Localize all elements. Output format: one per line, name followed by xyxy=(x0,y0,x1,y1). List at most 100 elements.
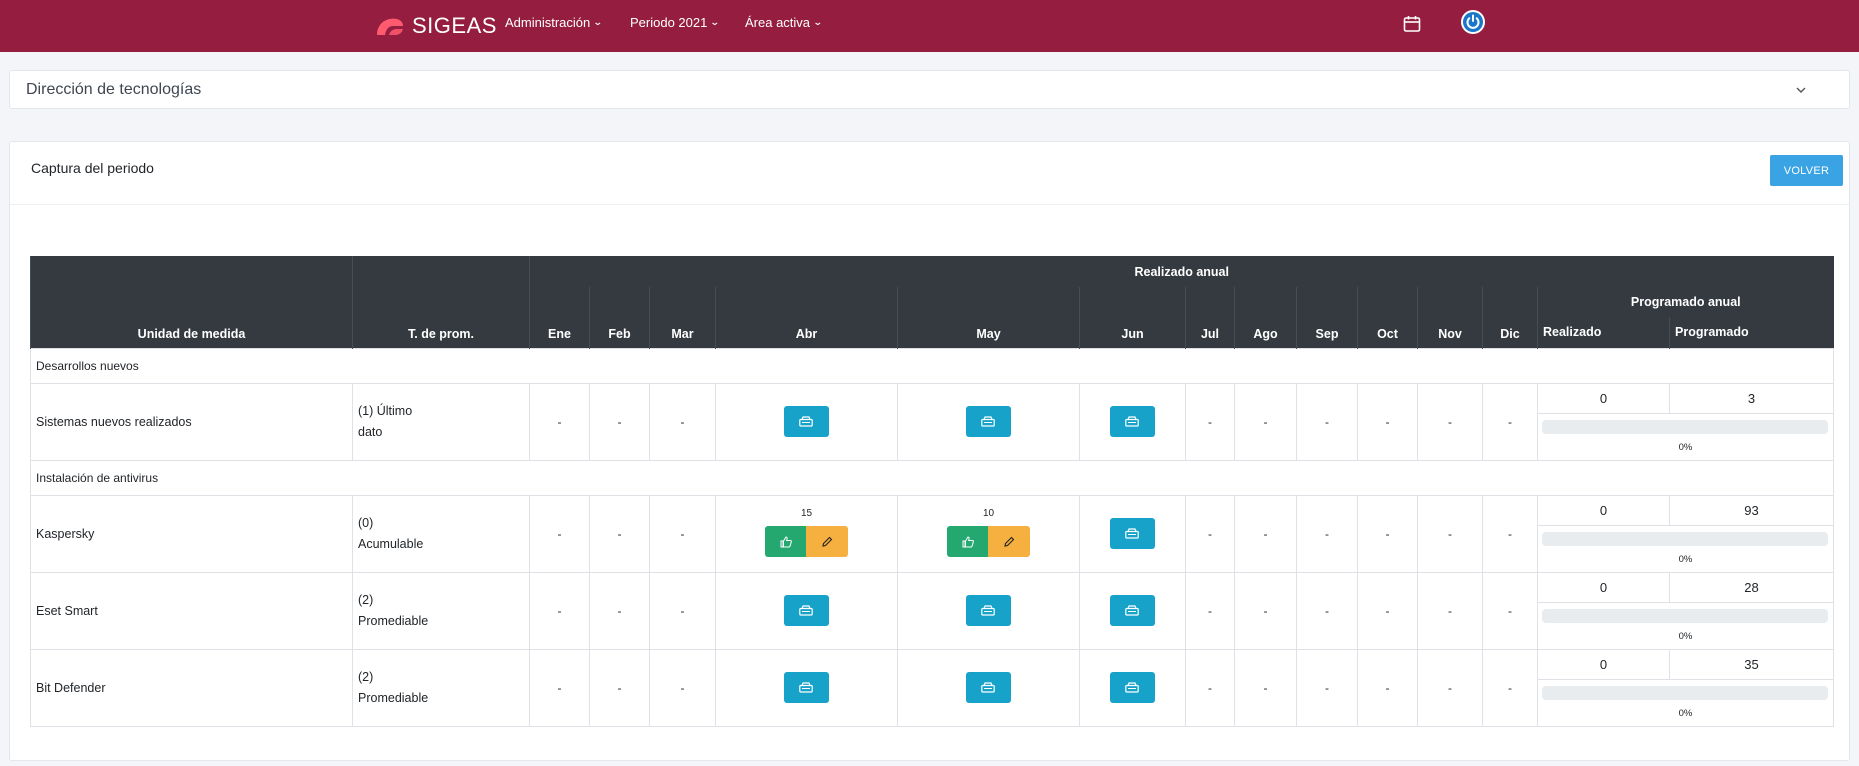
month-cell xyxy=(897,648,1080,727)
month-cell: - xyxy=(1234,571,1297,650)
month-cell: - xyxy=(1185,382,1235,461)
t-prom-cell: (2) Promediable xyxy=(352,648,530,727)
nav-menu-label: Periodo 2021 xyxy=(630,15,708,30)
capture-button[interactable] xyxy=(966,595,1011,626)
header-programado-anual: Programado anual xyxy=(1537,287,1834,317)
month-cell: - xyxy=(1296,648,1358,727)
month-cell: - xyxy=(1185,648,1235,727)
header-realizado: Realizado xyxy=(1537,317,1670,348)
month-cell: - xyxy=(1417,571,1483,650)
group-row: Instalación de antivirus xyxy=(30,459,1834,496)
programado-value: 3 xyxy=(1747,390,1756,406)
capture-button[interactable] xyxy=(784,595,829,626)
capture-button[interactable] xyxy=(1110,672,1155,703)
month-cell: 15 xyxy=(715,494,898,573)
month-cell: - xyxy=(1357,382,1418,461)
table-row: Bit Defender (2) Promediable - - - - - - - - - 0 35… xyxy=(30,648,1834,727)
capture-button[interactable] xyxy=(784,672,829,703)
header-month: Oct xyxy=(1357,287,1418,348)
capture-button[interactable] xyxy=(966,672,1011,703)
month-cell xyxy=(1079,382,1186,461)
t-prom-cell: (1) Último dato xyxy=(352,382,530,461)
chevron-down-icon: ⌄ xyxy=(710,17,721,27)
volver-button[interactable]: VOLVER xyxy=(1770,155,1843,186)
nav-menu-administracion[interactable]: Administración ⌄ xyxy=(505,15,603,30)
month-cell: - xyxy=(529,382,590,461)
month-cell: - xyxy=(649,648,716,727)
edit-button[interactable] xyxy=(988,525,1030,557)
header-programado: Programado xyxy=(1669,317,1834,348)
unit-name: Kaspersky xyxy=(30,494,353,573)
month-cell: - xyxy=(589,648,650,727)
month-cell xyxy=(715,648,898,727)
nav-menu-label: Administración xyxy=(505,15,591,30)
area-title: Dirección de tecnologías xyxy=(26,81,202,98)
header-month: Abr xyxy=(715,287,898,348)
t-prom-type: dato xyxy=(358,424,383,439)
group-title: Desarrollos nuevos xyxy=(30,347,1834,384)
capture-button[interactable] xyxy=(1110,595,1155,626)
month-cell: - xyxy=(649,494,716,573)
header-month: Feb xyxy=(589,287,650,348)
brand[interactable]: SIGEAS xyxy=(375,12,497,40)
power-icon[interactable] xyxy=(1461,10,1485,34)
month-cell: - xyxy=(1482,382,1538,461)
header-month: Dic xyxy=(1482,287,1538,348)
capture-button[interactable] xyxy=(1110,406,1155,437)
capture-button[interactable] xyxy=(966,406,1011,437)
approve-button[interactable] xyxy=(947,525,988,557)
month-cell: - xyxy=(1417,382,1483,461)
card-title: Captura del periodo xyxy=(31,160,154,176)
nav-menu-area-activa[interactable]: Área activa ⌄ xyxy=(745,15,823,30)
header-unidad-medida: Unidad de medida xyxy=(30,256,353,348)
area-collapse-card[interactable]: Dirección de tecnologías xyxy=(9,70,1850,109)
captura-table: Unidad de medida T. de prom. Realizado a… xyxy=(30,256,1834,727)
t-prom-cell: (2) Promediable xyxy=(352,571,530,650)
table-row: Eset Smart (2) Promediable - - - - - - - - - 0 28 0… xyxy=(30,571,1834,650)
month-cell: - xyxy=(589,382,650,461)
capture-button[interactable] xyxy=(1110,518,1155,549)
month-value: 10 xyxy=(982,507,995,519)
approve-button[interactable] xyxy=(765,525,806,557)
table-row: Kaspersky (0) Acumulable - - -15 10- - - - - - 0 93… xyxy=(30,494,1834,573)
programado-cell: 0 3 0% xyxy=(1537,382,1834,461)
t-prom-code: (0) xyxy=(358,515,374,530)
edit-button[interactable] xyxy=(806,525,848,557)
progress-bar xyxy=(1542,685,1828,700)
unit-name: Eset Smart xyxy=(30,571,353,650)
month-cell: - xyxy=(1417,494,1483,573)
t-prom-cell: (0) Acumulable xyxy=(352,494,530,573)
progress-percent: 0% xyxy=(1678,441,1693,453)
calendar-icon[interactable] xyxy=(1402,14,1422,34)
programado-cell: 0 93 0% xyxy=(1537,494,1834,573)
progress-percent: 0% xyxy=(1678,707,1693,719)
month-cell xyxy=(1079,571,1186,650)
nav-menu-periodo[interactable]: Periodo 2021 ⌄ xyxy=(630,15,721,30)
programado-cell: 0 28 0% xyxy=(1537,571,1834,650)
header-month: Nov xyxy=(1417,287,1483,348)
month-cell xyxy=(1079,494,1186,573)
nav-menu-label: Área activa xyxy=(745,15,811,30)
month-cell: - xyxy=(1482,648,1538,727)
realizado-value: 0 xyxy=(1538,572,1670,602)
t-prom-code: (2) xyxy=(358,592,374,607)
capture-button[interactable] xyxy=(784,406,829,437)
top-navbar: SIGEAS Administración ⌄ Periodo 2021 ⌄ Á… xyxy=(0,0,1859,52)
header-month: May xyxy=(897,287,1080,348)
realizado-value: 0 xyxy=(1538,495,1670,525)
t-prom-type: Promediable xyxy=(358,690,429,705)
month-cell: - xyxy=(1185,571,1235,650)
header-month: Sep xyxy=(1296,287,1358,348)
progress-percent: 0% xyxy=(1678,553,1693,565)
unit-name: Bit Defender xyxy=(30,648,353,727)
month-cell: - xyxy=(529,648,590,727)
header-month: Ene xyxy=(529,287,590,348)
progress-percent: 0% xyxy=(1678,630,1693,642)
programado-value: 28 xyxy=(1744,579,1759,595)
month-cell: - xyxy=(1234,494,1297,573)
chevron-down-icon[interactable] xyxy=(1795,83,1807,95)
progress-bar xyxy=(1542,608,1828,623)
month-cell: 10 xyxy=(897,494,1080,573)
realizado-value: 0 xyxy=(1538,383,1670,413)
month-cell: - xyxy=(649,571,716,650)
